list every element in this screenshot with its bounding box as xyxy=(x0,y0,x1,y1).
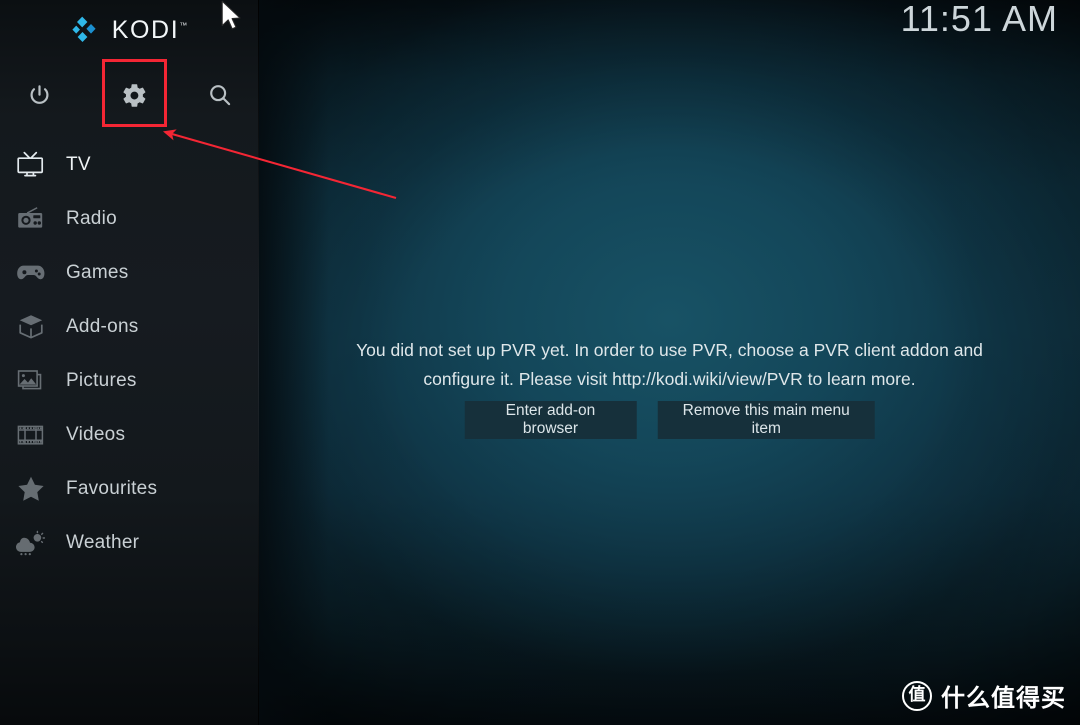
sidebar-item-addons[interactable]: Add-ons xyxy=(0,300,259,354)
remove-main-menu-item-button[interactable]: Remove this main menu item xyxy=(657,401,875,439)
kodi-wordmark: KODI™ xyxy=(111,15,188,44)
star-icon xyxy=(8,471,54,507)
tv-icon xyxy=(8,147,54,183)
sidebar-item-label: Radio xyxy=(66,208,117,229)
sidebar-item-videos[interactable]: Videos xyxy=(0,408,259,462)
sidebar-item-label: Videos xyxy=(66,424,126,445)
sidebar-item-label: Weather xyxy=(66,532,140,553)
sidebar-item-label: TV xyxy=(66,154,91,175)
sidebar-item-label: Games xyxy=(66,262,129,283)
sidebar-item-weather[interactable]: Weather xyxy=(0,516,259,570)
radio-icon xyxy=(8,201,54,237)
sidebar-item-pictures[interactable]: Pictures xyxy=(0,354,259,408)
sidebar-item-favourites[interactable]: Favourites xyxy=(0,462,259,516)
power-icon xyxy=(27,83,52,108)
gear-icon xyxy=(121,82,148,109)
search-button[interactable] xyxy=(187,62,253,128)
watermark-logo-icon: 值 xyxy=(902,680,932,711)
search-icon xyxy=(207,82,233,108)
filmstrip-icon xyxy=(8,417,54,453)
gamepad-icon xyxy=(8,255,54,291)
sidebar-item-games[interactable]: Games xyxy=(0,246,259,300)
sidebar-top-actions xyxy=(0,62,259,128)
sidebar-item-label: Favourites xyxy=(66,478,158,499)
pvr-setup-message: You did not set up PVR yet. In order to … xyxy=(356,340,983,389)
picture-icon xyxy=(8,363,54,399)
kodi-diamond-icon xyxy=(72,16,102,44)
watermark: 值 什么值得买 xyxy=(902,678,1066,713)
sidebar-item-label: Add-ons xyxy=(66,316,139,337)
sidebar-item-radio[interactable]: Radio xyxy=(0,192,259,246)
sidebar-item-label: Pictures xyxy=(66,370,137,391)
action-button-group: Enter add-on browser Remove this main me… xyxy=(464,401,875,439)
weather-icon xyxy=(8,525,54,561)
settings-button[interactable] xyxy=(101,62,167,128)
enter-addon-browser-button[interactable]: Enter add-on browser xyxy=(464,401,637,439)
main-content: You did not set up PVR yet. In order to … xyxy=(259,0,1080,725)
box-icon xyxy=(8,309,54,345)
watermark-text: 什么值得买 xyxy=(941,684,1066,712)
kodi-logo: KODI™ xyxy=(0,0,259,60)
power-button[interactable] xyxy=(6,62,72,128)
sidebar-item-tv[interactable]: TV xyxy=(0,138,259,192)
sidebar: KODI™ TV Radio Games Add-ons Pictures Vi… xyxy=(0,0,259,725)
kodi-home-screen: KODI™ TV Radio Games Add-ons Pictures Vi… xyxy=(0,0,1080,725)
main-menu: TV Radio Games Add-ons Pictures Videos F… xyxy=(0,138,259,570)
